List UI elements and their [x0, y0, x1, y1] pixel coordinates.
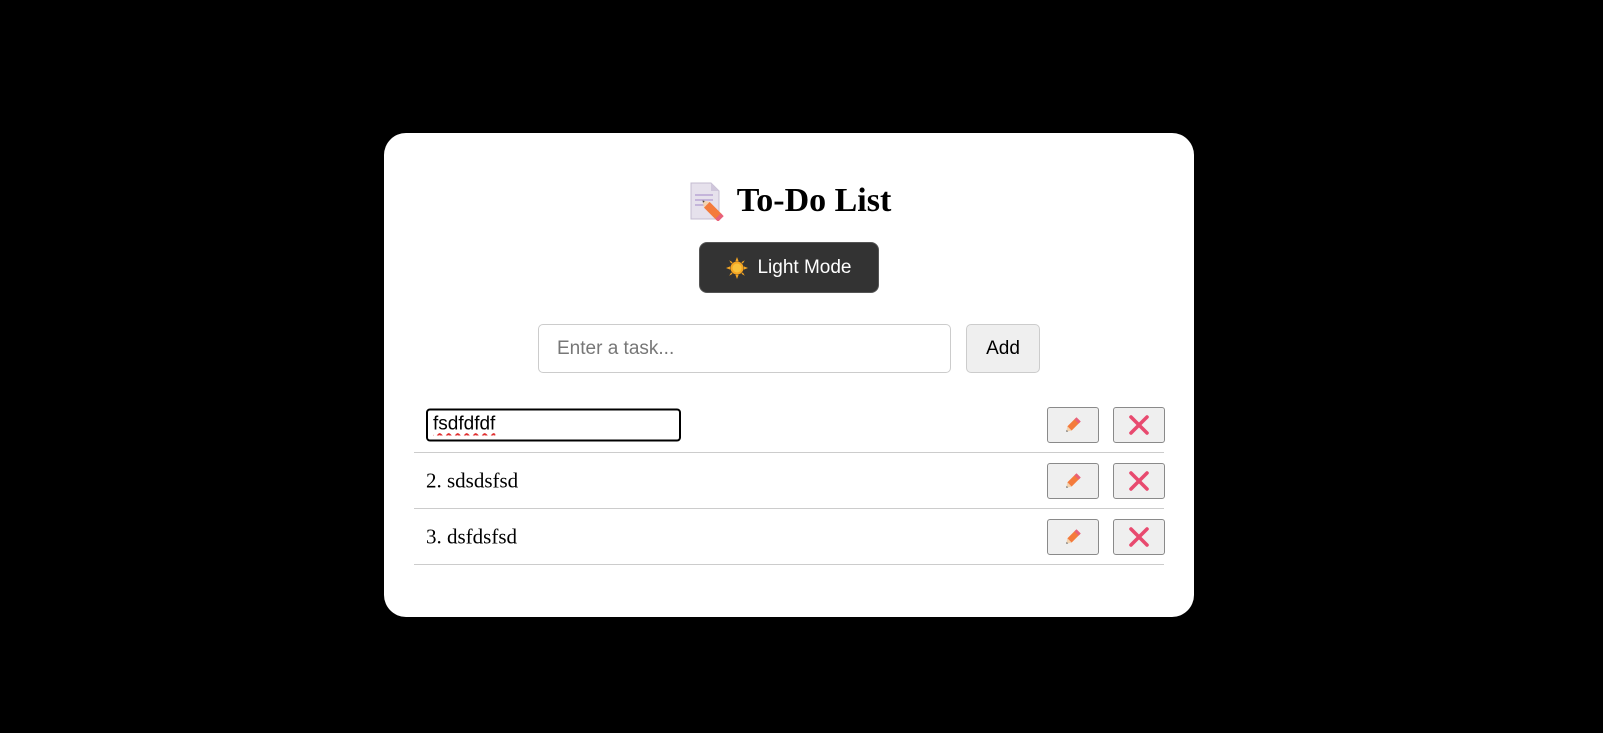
close-icon: [1128, 414, 1150, 436]
theme-toggle-label: Light Mode: [757, 256, 852, 278]
todo-card: To-Do List Light Mode Add: [384, 133, 1194, 617]
sun-icon: [726, 256, 749, 279]
theme-toggle-button[interactable]: Light Mode: [699, 242, 879, 293]
task-list: 2. sdsdsfsd: [414, 397, 1165, 565]
task-item: 3. dsfdsfsd: [414, 509, 1165, 565]
memo-icon: [687, 181, 725, 222]
edit-task-button[interactable]: [1047, 462, 1099, 499]
task-item: [414, 397, 1165, 453]
delete-task-button[interactable]: [1113, 406, 1165, 443]
edit-task-button[interactable]: [1047, 406, 1099, 443]
task-text: 3. dsfdsfsd: [426, 524, 518, 548]
pencil-icon: [1062, 414, 1084, 436]
task-edit-input[interactable]: [426, 408, 681, 441]
close-icon: [1128, 526, 1150, 548]
delete-task-button[interactable]: [1113, 518, 1165, 555]
task-item: 2. sdsdsfsd: [414, 453, 1165, 509]
close-icon: [1128, 470, 1150, 492]
task-text: 2. sdsdsfsd: [426, 468, 519, 492]
task-input[interactable]: [538, 324, 951, 373]
edit-task-button[interactable]: [1047, 518, 1099, 555]
delete-task-button[interactable]: [1113, 462, 1165, 499]
add-button[interactable]: Add: [966, 324, 1040, 373]
pencil-icon: [1062, 526, 1084, 548]
pencil-icon: [1062, 470, 1084, 492]
page-title: To-Do List: [736, 182, 892, 219]
title-row: To-Do List: [384, 181, 1194, 222]
